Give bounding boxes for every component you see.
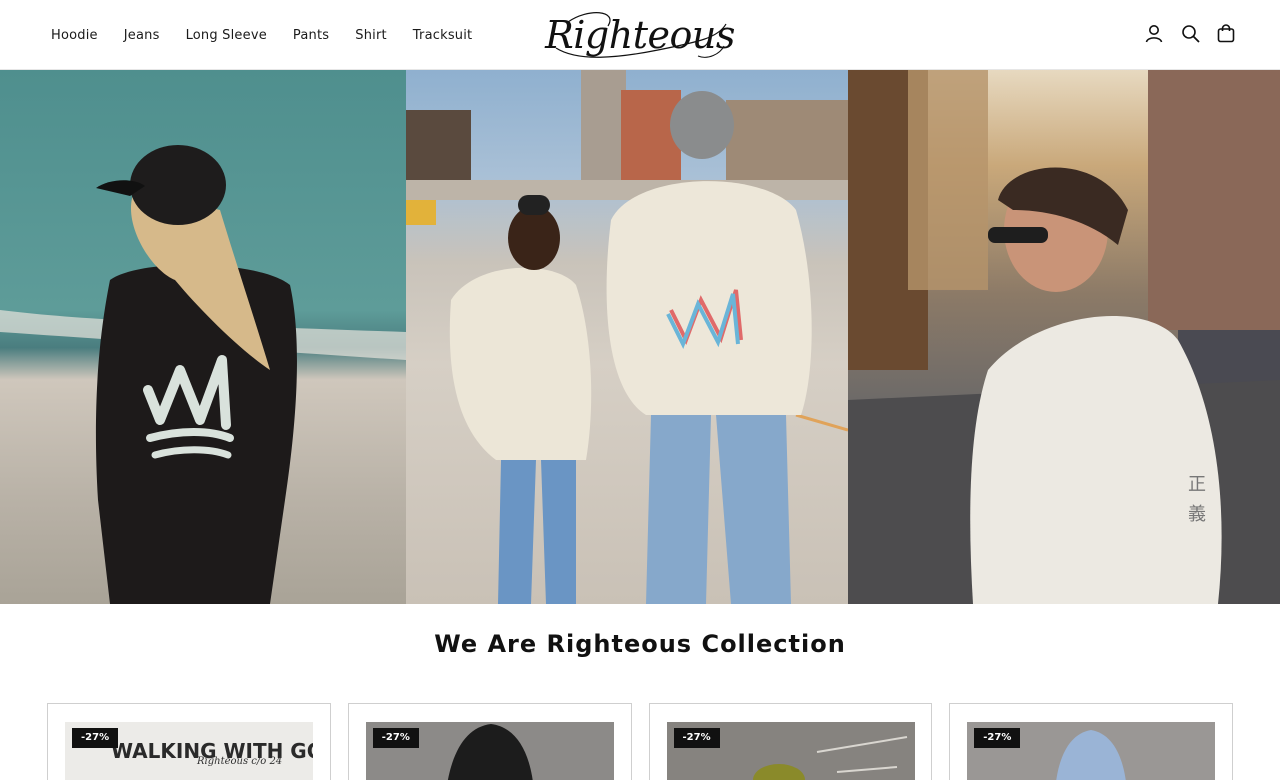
nav-item-shirt[interactable]: Shirt [355, 28, 387, 43]
discount-badge: -27% [974, 728, 1021, 748]
svg-text:義: 義 [1188, 504, 1206, 525]
discount-badge: -27% [372, 728, 419, 748]
nav-item-pants[interactable]: Pants [293, 28, 329, 43]
search-icon[interactable] [1180, 22, 1200, 44]
collection-title: We Are Righteous Collection [434, 630, 846, 658]
nav-item-long-sleeve[interactable]: Long Sleeve [186, 28, 267, 43]
nav-item-tracksuit[interactable]: Tracksuit [413, 28, 473, 43]
cart-icon[interactable] [1216, 22, 1236, 44]
product-image-script: Righteous c/o 24 [196, 756, 282, 767]
account-icon[interactable] [1144, 22, 1164, 44]
product-card[interactable]: -27% [347, 703, 632, 780]
site-header: Hoodie Jeans Long Sleeve Pants Shirt Tra… [0, 0, 1280, 70]
hero-photo-beach [0, 70, 406, 604]
header-icons [1144, 22, 1236, 44]
brand-logo[interactable]: Righteous [545, 4, 735, 66]
nav-item-jeans[interactable]: Jeans [124, 28, 160, 43]
hero-photo-city-street: 正 義 [848, 70, 1280, 604]
nav-item-hoodie[interactable]: Hoodie [51, 28, 98, 43]
main-nav: Hoodie Jeans Long Sleeve Pants Shirt Tra… [51, 0, 472, 70]
product-card[interactable]: -27% [949, 703, 1233, 780]
product-grid: -27% WALKING WITH GOD Righteous c/o 24 -… [47, 703, 1233, 780]
svg-text:正: 正 [1188, 474, 1206, 495]
hero-photo-parking-lot [406, 70, 848, 604]
logo-text: Righteous [545, 13, 735, 57]
hero-banner: 正 義 [0, 70, 1280, 604]
product-card[interactable]: -27% [648, 703, 933, 780]
discount-badge: -27% [673, 728, 720, 748]
product-card[interactable]: -27% WALKING WITH GOD Righteous c/o 24 [47, 703, 331, 780]
discount-badge: -27% [72, 728, 119, 748]
